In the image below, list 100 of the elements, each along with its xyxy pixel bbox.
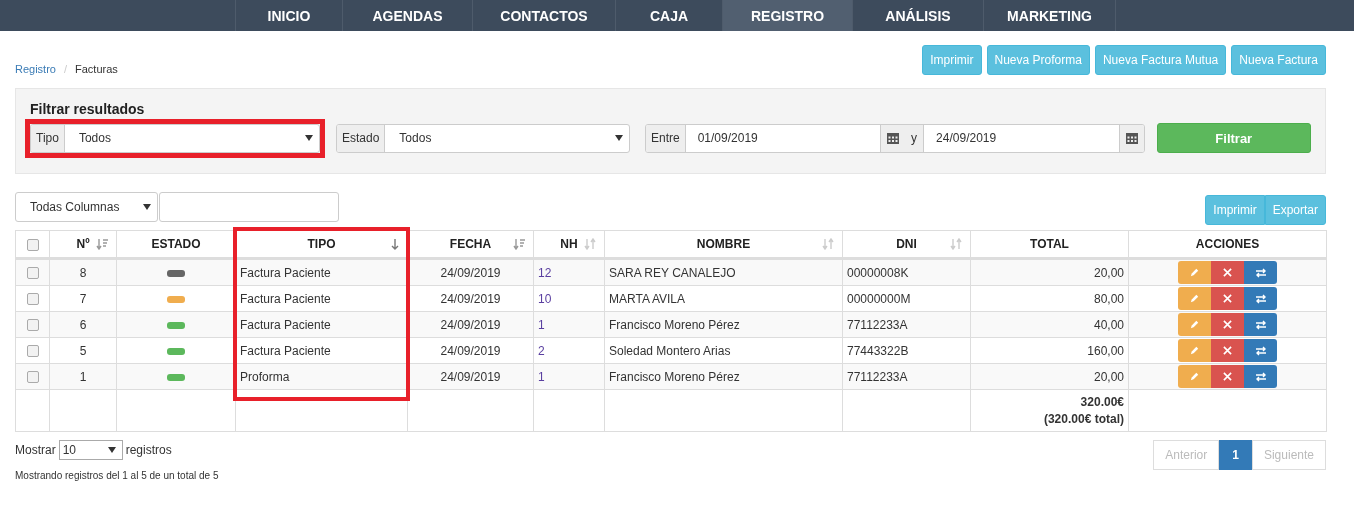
length-label: registros <box>125 443 172 457</box>
checkbox[interactable] <box>26 319 39 332</box>
select-field[interactable]: Tipo Todos <box>30 123 320 153</box>
checkbox[interactable] <box>26 267 39 280</box>
pencil-icon <box>1189 267 1200 278</box>
transfer-button[interactable] <box>1244 339 1277 362</box>
total-text: (320.00€ total) <box>1042 410 1124 428</box>
table-cell: 6 <box>79 317 87 332</box>
swap-arrows-icon <box>1254 266 1267 279</box>
swap-arrows-icon <box>1254 344 1267 357</box>
sort-icon[interactable] <box>513 238 525 250</box>
breadcrumb-separator: / <box>63 63 68 75</box>
table-cell: 2 <box>538 343 545 358</box>
checkbox[interactable] <box>26 371 39 384</box>
pencil-icon <box>1189 293 1200 304</box>
swap-arrows-icon <box>1254 370 1267 383</box>
table-cell: SARA REY CANALEJO <box>609 265 736 280</box>
breadcrumb-current: Facturas <box>75 63 118 75</box>
table-cell: 24/09/2019 <box>440 317 501 332</box>
table-cell: Factura Paciente <box>240 343 331 358</box>
table-cell: 12 <box>538 265 552 280</box>
nav-tab[interactable]: ANÁLISIS <box>852 0 983 31</box>
edit-button[interactable] <box>1178 365 1211 388</box>
delete-button[interactable] <box>1211 313 1244 336</box>
table-cell: 77443322B <box>847 343 909 358</box>
delete-button[interactable] <box>1211 261 1244 284</box>
table-cell: 77112233A <box>847 369 908 384</box>
column-select[interactable]: Todas Columnas <box>15 192 158 222</box>
table-cell: 24/09/2019 <box>440 265 501 280</box>
transfer-button[interactable] <box>1244 287 1277 310</box>
pencil-icon <box>1189 371 1200 382</box>
table-cell: 1 <box>79 369 87 384</box>
length-label: Mostrar <box>15 443 56 457</box>
nav-tab[interactable]: CONTACTOS <box>472 0 615 31</box>
table-cell: 24/09/2019 <box>440 343 501 358</box>
caret-icon <box>305 135 313 141</box>
table-cell: 1 <box>538 317 545 332</box>
table-cell: 20,00 <box>1093 369 1124 384</box>
table-cell: Factura Paciente <box>240 291 331 306</box>
sort-icon[interactable] <box>391 238 399 250</box>
checkbox[interactable] <box>26 293 39 306</box>
calendar-icon[interactable] <box>1125 132 1138 144</box>
checkbox[interactable] <box>26 238 39 251</box>
table-cell: 77112233A <box>847 317 908 332</box>
transfer-button[interactable] <box>1244 365 1277 388</box>
table-cell: 40,00 <box>1093 317 1124 332</box>
pencil-icon <box>1189 319 1200 330</box>
nav-tab[interactable]: AGENDAS <box>342 0 472 31</box>
nav-tab[interactable]: INICIO <box>235 0 342 31</box>
transfer-button[interactable] <box>1244 261 1277 284</box>
sort-icon[interactable] <box>96 238 108 250</box>
edit-button[interactable] <box>1178 313 1211 336</box>
table-cell: Proforma <box>240 369 290 384</box>
pencil-icon <box>1189 345 1200 356</box>
table-cell: Francisco Moreno Pérez <box>609 369 740 384</box>
total-text: 320.00€ <box>1079 393 1124 411</box>
delete-button[interactable] <box>1211 287 1244 310</box>
table-cell: 80,00 <box>1093 291 1124 306</box>
checkbox[interactable] <box>26 345 39 358</box>
table-cell: 5 <box>79 343 87 358</box>
table-cell: Factura Paciente <box>240 317 331 332</box>
table-cell: 10 <box>538 291 552 306</box>
transfer-button[interactable] <box>1244 313 1277 336</box>
close-icon <box>1223 294 1232 303</box>
nav-tab[interactable]: MARKETING <box>983 0 1116 31</box>
range-separator: y <box>905 124 925 152</box>
table-cell: 8 <box>79 265 87 280</box>
table-cell: 00000000M <box>847 291 911 306</box>
date-field[interactable]: 01/09/2019 <box>685 131 881 145</box>
table-cell: 24/09/2019 <box>440 291 501 306</box>
table-cell: Francisco Moreno Pérez <box>609 317 740 332</box>
edit-button[interactable] <box>1178 287 1211 310</box>
nav-tab[interactable]: REGISTRO <box>722 0 852 31</box>
close-icon <box>1223 268 1232 277</box>
range-label: Entre <box>646 124 686 152</box>
edit-button[interactable] <box>1178 261 1211 284</box>
table-cell: MARTA AVILA <box>609 291 686 306</box>
table-cell: 00000008K <box>847 265 909 280</box>
select-field[interactable]: Estado Todos <box>336 123 630 153</box>
caret-icon <box>107 447 116 453</box>
table-cell: Factura Paciente <box>240 265 331 280</box>
delete-button[interactable] <box>1211 365 1244 388</box>
caret-icon <box>615 135 623 141</box>
close-icon <box>1223 320 1232 329</box>
date-field[interactable]: 24/09/2019 <box>924 131 1119 145</box>
breadcrumb-link[interactable]: Registro <box>15 63 56 75</box>
edit-button[interactable] <box>1178 339 1211 362</box>
page-button[interactable]: 1 <box>1219 440 1252 470</box>
table-info: Mostrando registros del 1 al 5 de un total de 5 <box>15 470 219 481</box>
table-cell: 1 <box>538 369 545 384</box>
filter-title: Filtrar resultados <box>30 101 146 117</box>
calendar-icon[interactable] <box>887 132 900 144</box>
swap-arrows-icon <box>1254 292 1267 305</box>
swap-arrows-icon <box>1254 318 1267 331</box>
length-select[interactable]: 10 <box>58 440 123 460</box>
search-field[interactable] <box>159 192 339 222</box>
table-cell: 24/09/2019 <box>440 369 501 384</box>
table-cell: 160,00 <box>1087 343 1124 358</box>
table-cell: 7 <box>79 291 87 306</box>
delete-button[interactable] <box>1211 339 1244 362</box>
